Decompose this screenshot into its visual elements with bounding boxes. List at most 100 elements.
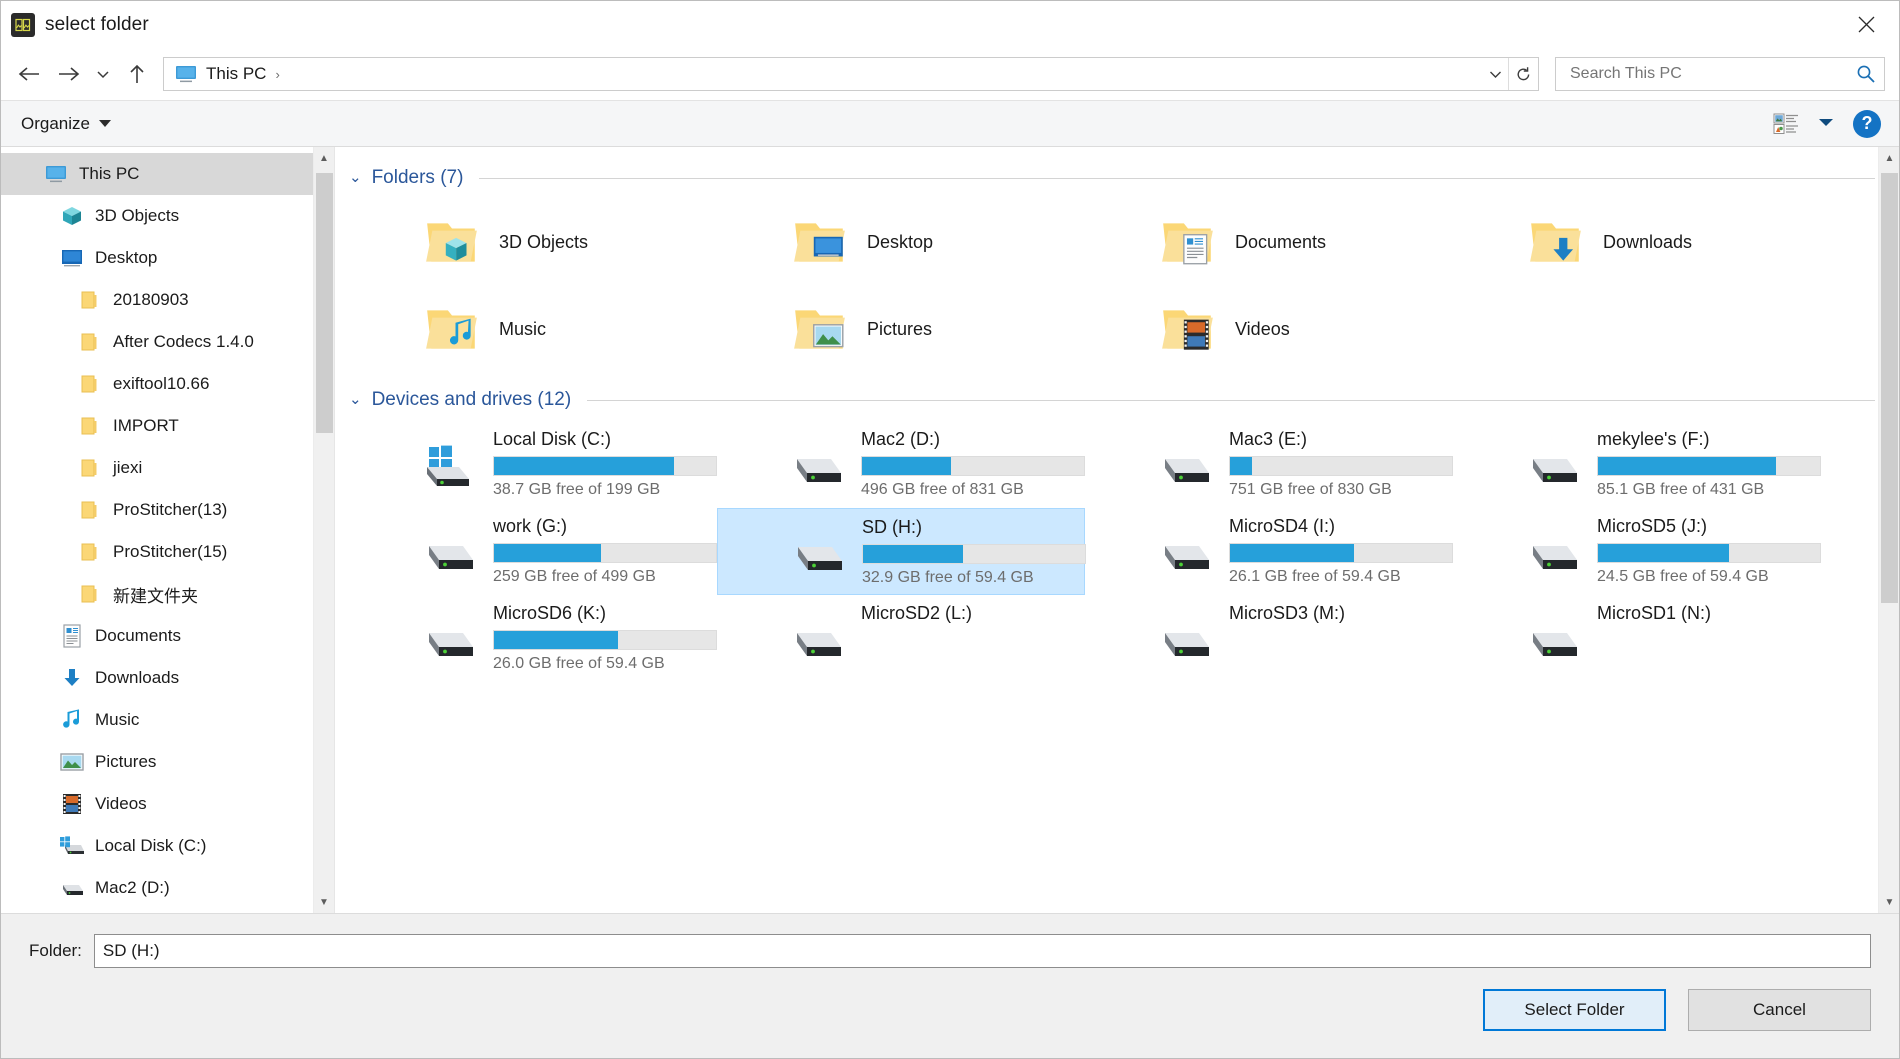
folder-desktop-icon (791, 216, 849, 270)
sidebar-item-downloads[interactable]: Downloads (1, 657, 334, 699)
folder-item[interactable]: Documents (1085, 199, 1453, 286)
search-box[interactable] (1555, 57, 1885, 91)
scroll-up-icon[interactable]: ▲ (1879, 147, 1899, 169)
help-button[interactable]: ? (1853, 109, 1881, 138)
folder-item[interactable]: Desktop (717, 199, 1085, 286)
chevron-down-icon[interactable]: ⌄ (349, 168, 362, 186)
sidebar-item-20180903[interactable]: 20180903 (1, 279, 334, 321)
downloads-icon (59, 665, 85, 691)
sidebar-item-after-codecs-1-4-0[interactable]: After Codecs 1.4.0 (1, 321, 334, 363)
drive-item[interactable]: mekylee's (F:) 85.1 GB free of 431 GB (1453, 421, 1821, 508)
sidebar-item-videos[interactable]: Videos (1, 783, 334, 825)
scroll-down-icon[interactable]: ▼ (1879, 891, 1899, 913)
folder-item[interactable]: 3D Objects (349, 199, 717, 286)
sidebar-item-jiexi[interactable]: jiexi (1, 447, 334, 489)
content-scroll-thumb[interactable] (1881, 173, 1898, 603)
drive-item-label: work (G:) (493, 516, 567, 536)
drive-icon (792, 533, 852, 579)
folder-item-label: Pictures (867, 319, 933, 339)
drive-item[interactable]: work (G:) 259 GB free of 499 GB (349, 508, 717, 595)
drive-item[interactable]: MicroSD6 (K:) 26.0 GB free of 59.4 GB (349, 595, 717, 682)
folder-item[interactable]: Downloads (1453, 199, 1821, 286)
breadcrumb-this-pc[interactable]: This PC (206, 64, 266, 84)
up-button[interactable] (117, 55, 157, 93)
drive-icon (1527, 619, 1587, 665)
drive-item[interactable]: MicroSD3 (M:) (1085, 595, 1453, 682)
sidebar-item-import[interactable]: IMPORT (1, 405, 334, 447)
view-layout-icon[interactable] (1773, 112, 1799, 136)
forward-button[interactable] (49, 55, 89, 93)
scroll-down-icon[interactable]: ▼ (313, 891, 334, 913)
content-scrollbar[interactable]: ▲ ▼ (1878, 147, 1899, 913)
drive-icon (1527, 532, 1587, 578)
recent-locations-button[interactable] (89, 55, 117, 93)
folder-documents-icon (1159, 216, 1217, 270)
folder-pictures-icon (791, 303, 849, 357)
folder-item[interactable]: Music (349, 286, 717, 373)
drive-item-label: MicroSD5 (J:) (1597, 516, 1708, 536)
search-icon[interactable] (1856, 64, 1876, 84)
sidebar-item-music[interactable]: Music (1, 699, 334, 741)
view-dropdown-caret-icon[interactable] (1817, 115, 1835, 133)
sidebar-item-this-pc[interactable]: This PC (1, 153, 334, 195)
organize-label: Organize (21, 113, 90, 133)
breadcrumb-dropdown-icon[interactable] (1482, 58, 1508, 90)
drive-icon (791, 445, 851, 491)
drive-free-space-text: 24.5 GB free of 59.4 GB (1597, 568, 1769, 585)
select-folder-button[interactable]: Select Folder (1483, 989, 1666, 1031)
drives-group-header[interactable]: ⌄ Devices and drives (12) (349, 389, 1899, 411)
drive-item[interactable]: Local Disk (C:) 38.7 GB free of 199 GB (349, 421, 717, 508)
drive-icon (1159, 445, 1219, 491)
drive-item[interactable]: MicroSD5 (J:) 24.5 GB free of 59.4 GB (1453, 508, 1821, 595)
folders-group-header[interactable]: ⌄ Folders (7) (349, 167, 1899, 189)
drive-capacity-bar (1229, 456, 1453, 476)
drives-group-title: Devices and drives (12) (371, 389, 572, 410)
sidebar-item-[interactable]: 新建文件夹 (1, 573, 334, 615)
sidebar-item-label: ProStitcher(13) (113, 500, 228, 519)
this-pc-icon (174, 64, 198, 84)
breadcrumb-bar[interactable]: This PC › (163, 57, 1539, 91)
drive-item[interactable]: Mac2 (D:) 496 GB free of 831 GB (717, 421, 1085, 508)
drive-capacity-fill (1230, 544, 1355, 562)
drive-item-label: MicroSD2 (L:) (861, 603, 973, 623)
sidebar-item-prostitcher-13[interactable]: ProStitcher(13) (1, 489, 334, 531)
drive-capacity-fill (862, 457, 951, 475)
sidebar-scroll-thumb[interactable] (316, 173, 333, 433)
scroll-up-icon[interactable]: ▲ (313, 147, 334, 169)
windows-drive-icon (59, 833, 85, 859)
sidebar-item-pictures[interactable]: Pictures (1, 741, 334, 783)
breadcrumb-separator: › (275, 66, 280, 82)
sidebar-item-desktop[interactable]: Desktop (1, 237, 334, 279)
content-pane: ⌄ Folders (7) 3D Objects Desktop Documents… (334, 147, 1899, 913)
sidebar-item-3d-objects[interactable]: 3D Objects (1, 195, 334, 237)
chevron-down-icon[interactable]: ⌄ (349, 390, 362, 408)
folder-item[interactable]: Videos (1085, 286, 1453, 373)
search-input[interactable] (1568, 64, 1856, 84)
sidebar-item-local-disk-c[interactable]: Local Disk (C:) (1, 825, 334, 867)
sidebar-scrollbar[interactable]: ▲ ▼ (313, 147, 334, 913)
sidebar-item-mac2-d[interactable]: Mac2 (D:) (1, 867, 334, 909)
drive-free-space-text: 26.1 GB free of 59.4 GB (1229, 568, 1401, 585)
folder-item[interactable]: Pictures (717, 286, 1085, 373)
sidebar-item-exiftool10-66[interactable]: exiftool10.66 (1, 363, 334, 405)
folder-input[interactable]: SD (H:) (93, 934, 1871, 968)
drive-item[interactable]: MicroSD1 (N:) (1453, 595, 1821, 682)
cancel-button[interactable]: Cancel (1688, 989, 1871, 1031)
drive-item[interactable]: MicroSD4 (I:) 26.1 GB free of 59.4 GB (1085, 508, 1453, 595)
drive-item[interactable]: SD (H:) 32.9 GB free of 59.4 GB (717, 508, 1086, 595)
drive-capacity-bar (493, 630, 717, 650)
refresh-button[interactable] (1508, 58, 1538, 90)
back-button[interactable] (9, 55, 49, 93)
organize-button[interactable]: Organize (21, 114, 111, 134)
drive-item[interactable]: MicroSD2 (L:) (717, 595, 1085, 682)
sidebar-item-prostitcher-15[interactable]: ProStitcher(15) (1, 531, 334, 573)
sidebar-item-documents[interactable]: Documents (1, 615, 334, 657)
folders-group-title: Folders (7) (371, 167, 464, 188)
dialog-body: This PC 3D Objects Desktop 20180903 After Co… (1, 147, 1899, 913)
close-button[interactable] (1833, 1, 1899, 47)
drive-capacity-bar (493, 456, 717, 476)
drive-item[interactable]: Mac3 (E:) 751 GB free of 830 GB (1085, 421, 1453, 508)
this-pc-icon (43, 161, 69, 187)
drive-icon (791, 619, 851, 665)
drive-capacity-fill (494, 544, 601, 562)
